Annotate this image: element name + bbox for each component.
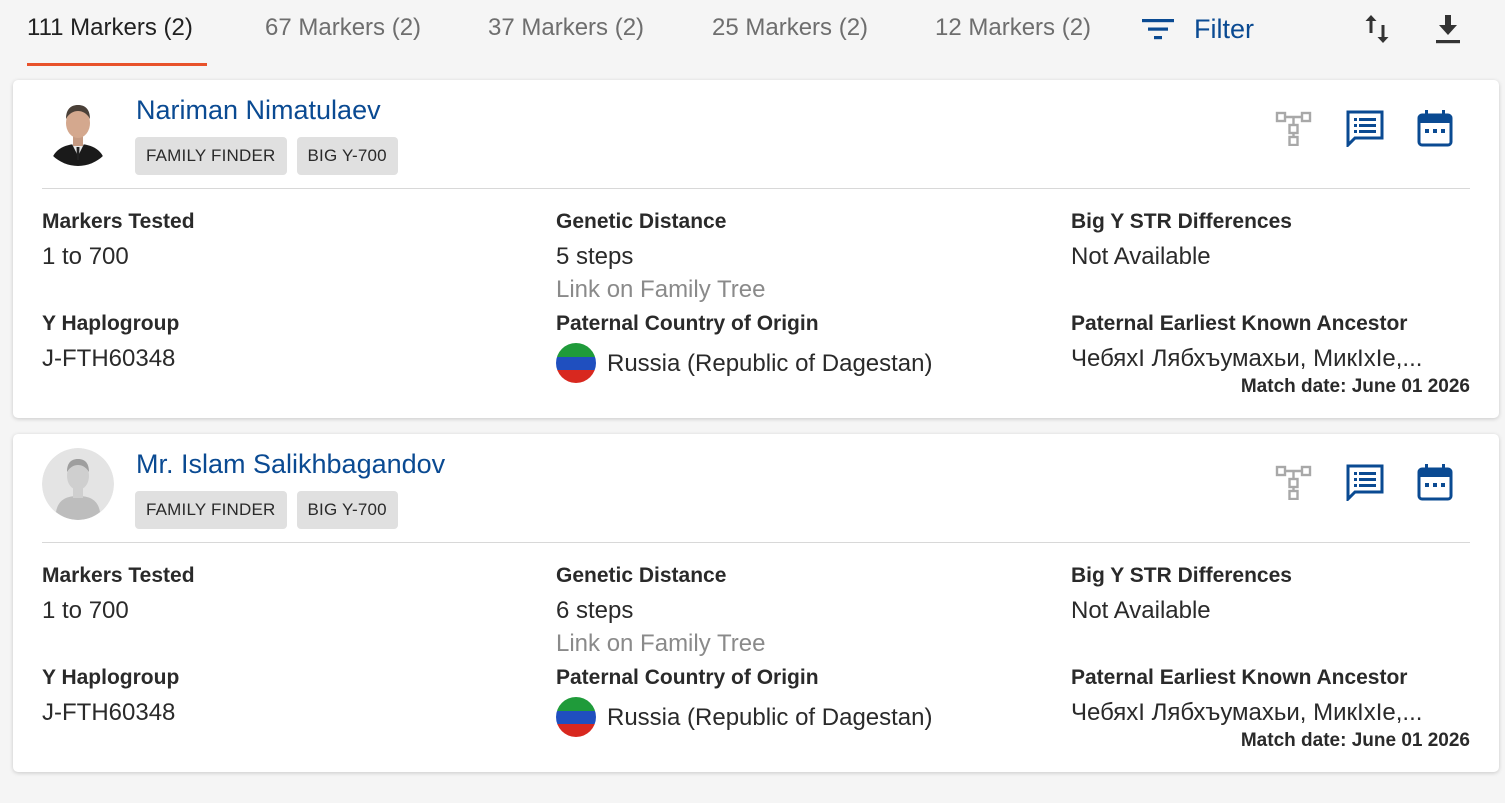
calendar-icon [1417, 110, 1453, 147]
genetic-distance-field: Genetic Distance 5 steps [556, 210, 726, 271]
markers-tested-field: Markers Tested 1 to 700 [42, 564, 195, 625]
paternal-country-label: Paternal Country of Origin [556, 312, 819, 335]
country-name: Russia (Republic of Dagestan) [607, 704, 933, 731]
big-y-str-value: Not Available [1071, 597, 1211, 624]
match-card: Mr. Islam Salikhbagandov FAMILY FINDER B… [13, 434, 1499, 772]
notes-button[interactable] [1345, 462, 1385, 502]
match-name[interactable]: Nariman Nimatulaev [136, 95, 381, 126]
tree-button[interactable] [1274, 108, 1314, 148]
tab-111-markers[interactable]: 111 Markers (2) [27, 14, 207, 66]
y-haplogroup-label: Y Haplogroup [42, 312, 180, 335]
paternal-country-field: Paternal Country of Origin Russia (Repub… [556, 666, 933, 737]
markers-tested-value: 1 to 700 [42, 597, 129, 624]
tab-37-markers[interactable]: 37 Markers (2) [488, 14, 644, 66]
test-badges: FAMILY FINDER BIG Y-700 [135, 137, 398, 175]
markers-tested-label: Markers Tested [42, 564, 195, 587]
paternal-ancestor-field: Paternal Earliest Known Ancestor ЧебяхI … [1071, 666, 1441, 727]
filter-label: Filter [1194, 13, 1254, 44]
dagestan-flag-icon [556, 697, 596, 737]
badge-big-y-700: BIG Y-700 [296, 137, 398, 175]
notes-button[interactable] [1345, 108, 1385, 148]
filter-icon [1142, 19, 1174, 40]
avatar[interactable] [42, 94, 114, 166]
link-family-tree[interactable]: Link on Family Tree [556, 630, 765, 658]
sort-icon [1365, 15, 1389, 43]
notes-icon [1346, 110, 1384, 147]
match-date: Match date: June 01 2026 [1240, 730, 1470, 751]
y-haplogroup-value: J-FTH60348 [42, 699, 176, 726]
card-divider [42, 542, 1470, 543]
default-avatar-icon [42, 448, 114, 520]
match-name[interactable]: Mr. Islam Salikhbagandov [136, 449, 445, 480]
family-tree-icon [1275, 465, 1312, 500]
badge-family-finder: FAMILY FINDER [135, 491, 287, 529]
y-haplogroup-value: J-FTH60348 [42, 345, 176, 372]
paternal-ancestor-value: ЧебяхI Лябхъумахьи, МикIхIе,... [1071, 345, 1423, 372]
y-haplogroup-label: Y Haplogroup [42, 666, 180, 689]
paternal-country-field: Paternal Country of Origin Russia (Repub… [556, 312, 933, 383]
link-family-tree[interactable]: Link on Family Tree [556, 276, 765, 304]
profile-photo [42, 94, 114, 166]
markers-tested-field: Markers Tested 1 to 700 [42, 210, 195, 271]
paternal-country-label: Paternal Country of Origin [556, 666, 819, 689]
card-divider [42, 188, 1470, 189]
sort-button[interactable] [1360, 10, 1394, 48]
badge-family-finder: FAMILY FINDER [135, 137, 287, 175]
family-tree-icon [1275, 111, 1312, 146]
marker-tabs: 111 Markers (2) 67 Markers (2) 37 Marker… [0, 0, 1505, 70]
download-icon [1436, 15, 1460, 44]
match-date: Match date: June 01 2026 [1240, 376, 1470, 397]
filter-button[interactable]: Filter [1142, 12, 1254, 46]
genetic-distance-label: Genetic Distance [556, 564, 727, 587]
big-y-str-label: Big Y STR Differences [1071, 210, 1292, 233]
match-card: Nariman Nimatulaev FAMILY FINDER BIG Y-7… [13, 80, 1499, 418]
genetic-distance-value: 6 steps [556, 597, 634, 624]
paternal-ancestor-value: ЧебяхI Лябхъумахьи, МикIхIе,... [1071, 699, 1423, 726]
big-y-str-label: Big Y STR Differences [1071, 564, 1292, 587]
y-haplogroup-field: Y Haplogroup J-FTH60348 [42, 312, 179, 373]
test-badges: FAMILY FINDER BIG Y-700 [135, 491, 398, 529]
genetic-distance-field: Genetic Distance 6 steps [556, 564, 726, 625]
country-name: Russia (Republic of Dagestan) [607, 350, 933, 377]
notes-icon [1346, 464, 1384, 501]
download-button[interactable] [1431, 10, 1465, 48]
genetic-distance-value: 5 steps [556, 243, 634, 270]
paternal-ancestor-label: Paternal Earliest Known Ancestor [1071, 666, 1408, 689]
badge-big-y-700: BIG Y-700 [296, 491, 398, 529]
paternal-country-value: Russia (Republic of Dagestan) [556, 343, 933, 383]
paternal-ancestor-label: Paternal Earliest Known Ancestor [1071, 312, 1408, 335]
paternal-country-value: Russia (Republic of Dagestan) [556, 697, 933, 737]
big-y-str-field: Big Y STR Differences Not Available [1071, 210, 1292, 271]
paternal-ancestor-field: Paternal Earliest Known Ancestor ЧебяхI … [1071, 312, 1441, 373]
calendar-button[interactable] [1415, 108, 1455, 148]
dagestan-flag-icon [556, 343, 596, 383]
y-haplogroup-field: Y Haplogroup J-FTH60348 [42, 666, 179, 727]
tree-button[interactable] [1274, 462, 1314, 502]
markers-tested-value: 1 to 700 [42, 243, 129, 270]
calendar-icon [1417, 464, 1453, 501]
avatar[interactable] [42, 448, 114, 520]
big-y-str-field: Big Y STR Differences Not Available [1071, 564, 1292, 625]
tab-12-markers[interactable]: 12 Markers (2) [935, 14, 1091, 66]
markers-tested-label: Markers Tested [42, 210, 195, 233]
genetic-distance-label: Genetic Distance [556, 210, 727, 233]
tab-25-markers[interactable]: 25 Markers (2) [712, 14, 868, 66]
big-y-str-value: Not Available [1071, 243, 1211, 270]
calendar-button[interactable] [1415, 462, 1455, 502]
tab-67-markers[interactable]: 67 Markers (2) [265, 14, 421, 66]
